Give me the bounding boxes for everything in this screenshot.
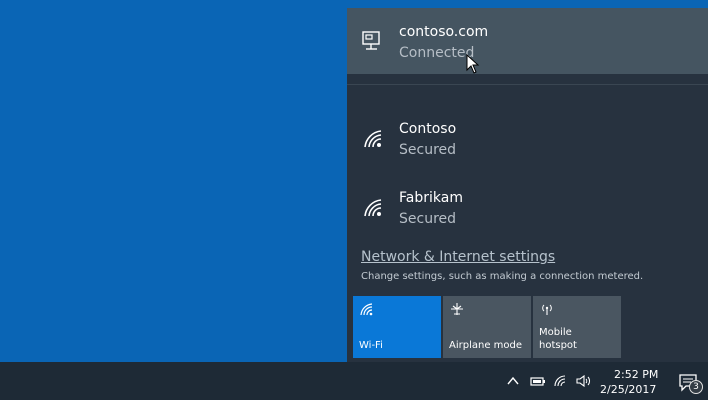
volume-icon[interactable] [576, 375, 592, 387]
ethernet-icon [362, 31, 380, 50]
airplane-icon [451, 303, 463, 315]
hotspot-label-line1: Mobile [539, 327, 572, 338]
network-flyout: contoso.com Connected Contoso Secured Fa… [347, 8, 708, 362]
wifi-toggle-button[interactable]: Wi-Fi [353, 296, 441, 358]
clock-time[interactable]: 2:52 PM [614, 368, 658, 381]
network-status: Secured [399, 142, 457, 158]
airplane-mode-label: Airplane mode [449, 340, 523, 351]
network-name: Fabrikam [399, 190, 463, 206]
battery-icon[interactable] [530, 375, 546, 387]
chevron-up-icon[interactable] [507, 375, 519, 387]
wifi-icon[interactable] [554, 375, 568, 387]
hotspot-icon [542, 304, 552, 315]
wifi-icon [360, 303, 373, 316]
clock-date[interactable]: 2/25/2017 [600, 383, 656, 396]
network-item-fabrikam[interactable]: Fabrikam Secured [347, 174, 708, 240]
wifi-toggle-label: Wi-Fi [359, 340, 383, 351]
airplane-mode-button[interactable]: Airplane mode [443, 296, 531, 358]
network-status: Secured [399, 211, 457, 227]
network-name: contoso.com [399, 24, 489, 40]
notification-badge: 3 [689, 380, 703, 394]
network-item-contoso[interactable]: Contoso Secured [347, 105, 708, 171]
mouse-cursor-icon [466, 54, 480, 74]
divider [347, 84, 708, 85]
network-name: Contoso [399, 121, 457, 137]
network-item-contoso-com[interactable]: contoso.com Connected [347, 8, 708, 74]
network-status: Connected [399, 45, 475, 61]
hotspot-label-line2: hotspot [539, 340, 577, 351]
mobile-hotspot-label: Mobile hotspot [539, 326, 577, 352]
network-internet-settings-link[interactable]: Network & Internet settings [361, 249, 555, 265]
mobile-hotspot-button[interactable]: Mobile hotspot [533, 296, 621, 358]
settings-description: Change settings, such as making a connec… [361, 271, 644, 282]
wifi-icon [364, 130, 382, 148]
taskbar: 2:52 PM 2/25/2017 3 [0, 362, 708, 400]
wifi-icon [364, 199, 382, 217]
